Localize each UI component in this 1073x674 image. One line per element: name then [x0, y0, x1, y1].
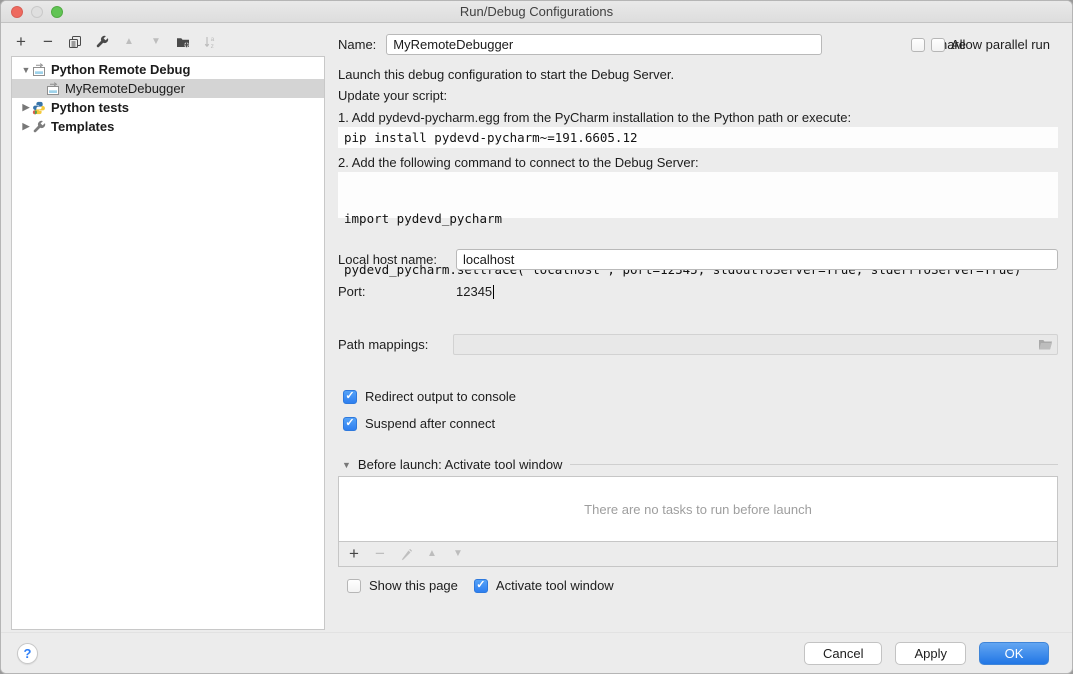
tree-item-python-tests[interactable]: ▶ Python tests — [12, 98, 324, 117]
move-task-up-icon[interactable]: ▲ — [425, 547, 439, 561]
allow-parallel-run-label: Allow parallel run — [951, 37, 1050, 52]
title-bar: Run/Debug Configurations — [1, 1, 1072, 23]
section-divider — [570, 464, 1058, 465]
tree-item-myremotedebugger[interactable]: MyRemoteDebugger — [12, 79, 324, 98]
name-row: Name: Share Allow parallel run — [338, 34, 1058, 55]
dialog-footer: ? Cancel Apply OK — [1, 632, 1073, 674]
show-this-page-checkbox[interactable] — [347, 579, 361, 593]
help-button[interactable]: ? — [17, 643, 38, 664]
show-this-page-label: Show this page — [369, 578, 458, 593]
python-tests-icon — [32, 101, 46, 115]
tree-item-python-remote-debug[interactable]: ▼ Python Remote Debug — [12, 60, 324, 79]
local-host-row: Local host name: — [338, 252, 1058, 267]
traffic-lights — [11, 6, 63, 18]
path-mappings-row: Path mappings: — [338, 337, 1058, 352]
local-host-label: Local host name: — [338, 252, 437, 267]
before-launch-title: Before launch: Activate tool window — [358, 457, 563, 472]
sort-configurations-icon[interactable]: az — [203, 35, 217, 49]
activate-tool-window-label: Activate tool window — [496, 578, 614, 593]
remote-debug-icon — [46, 82, 60, 96]
task-toolbar: + − ▲ ▼ — [338, 542, 1058, 567]
tree-item-label: Python tests — [51, 100, 129, 115]
instruction-step-2: 2. Add the following command to connect … — [338, 155, 699, 170]
zoom-button[interactable] — [51, 6, 63, 18]
configurations-sidebar: + − ▲ ▼ az ▼ — [1, 23, 338, 674]
suspend-after-connect-checkbox[interactable] — [343, 417, 357, 431]
move-down-icon[interactable]: ▼ — [149, 35, 163, 49]
port-input[interactable]: 12345 — [456, 284, 1058, 299]
redirect-output-checkbox[interactable] — [343, 390, 357, 404]
edit-templates-wrench-icon[interactable] — [95, 35, 109, 49]
tree-item-label: Python Remote Debug — [51, 62, 190, 77]
tree-item-templates[interactable]: ▶ Templates — [12, 117, 324, 136]
remove-configuration-icon[interactable]: − — [41, 35, 55, 49]
path-mappings-field[interactable] — [453, 334, 1058, 355]
share-checkbox[interactable] — [911, 38, 925, 52]
settrace-code: import pydevd_pycharm pydevd_pycharm.set… — [338, 172, 1058, 218]
new-folder-icon[interactable] — [176, 35, 190, 49]
configurations-tree: ▼ Python Remote Debug MyRemoteDebugger ▶ — [11, 56, 325, 630]
allow-parallel-run-checkbox[interactable] — [931, 38, 945, 52]
name-input[interactable] — [386, 34, 822, 55]
chevron-collapsed-icon[interactable]: ▶ — [20, 102, 32, 113]
path-mappings-label: Path mappings: — [338, 337, 428, 352]
copy-configuration-icon[interactable] — [68, 35, 82, 49]
port-label: Port: — [338, 284, 365, 299]
configuration-form: Name: Share Allow parallel run Launch th… — [338, 23, 1058, 674]
ok-button[interactable]: OK — [979, 642, 1049, 665]
settrace-code-line-1: import pydevd_pycharm — [344, 210, 1052, 227]
task-list: There are no tasks to run before launch — [338, 476, 1058, 542]
footer-options-row: Show this page Activate tool window — [338, 578, 1058, 593]
add-configuration-icon[interactable]: + — [14, 35, 28, 49]
instruction-line-2: Update your script: — [338, 88, 447, 103]
instruction-line-1: Launch this debug configuration to start… — [338, 67, 674, 82]
run-debug-configurations-dialog: Run/Debug Configurations + − ▲ ▼ az — [0, 0, 1073, 674]
before-launch-header[interactable]: ▼ Before launch: Activate tool window — [338, 457, 1058, 472]
empty-tasks-message: There are no tasks to run before launch — [584, 502, 812, 517]
redirect-output-row[interactable]: Redirect output to console — [338, 389, 1058, 404]
chevron-expanded-icon[interactable]: ▼ — [20, 65, 32, 75]
text-cursor — [493, 285, 494, 299]
before-launch-tasks: There are no tasks to run before launch … — [338, 476, 1058, 567]
action-buttons: Cancel Apply OK — [804, 642, 1049, 665]
pip-install-code: pip install pydevd-pycharm~=191.6605.12 — [338, 127, 1058, 148]
remote-debug-icon — [32, 63, 46, 77]
suspend-after-connect-label: Suspend after connect — [365, 416, 495, 431]
templates-wrench-icon — [32, 120, 46, 134]
chevron-collapsed-icon[interactable]: ▶ — [20, 121, 32, 132]
svg-text:z: z — [211, 43, 214, 49]
close-button[interactable] — [11, 6, 23, 18]
redirect-output-label: Redirect output to console — [365, 389, 516, 404]
move-task-down-icon[interactable]: ▼ — [451, 547, 465, 561]
instruction-step-1: 1. Add pydevd-pycharm.egg from the PyCha… — [338, 110, 851, 125]
tree-item-label: MyRemoteDebugger — [65, 81, 185, 96]
help-question-icon: ? — [24, 646, 32, 661]
suspend-after-connect-row[interactable]: Suspend after connect — [338, 416, 1058, 431]
port-row: Port: 12345 — [338, 284, 1058, 299]
move-up-icon[interactable]: ▲ — [122, 35, 136, 49]
collapse-section-icon[interactable]: ▼ — [342, 460, 351, 470]
activate-tool-window-checkbox[interactable] — [474, 579, 488, 593]
edit-task-pencil-icon[interactable] — [399, 547, 413, 561]
cancel-button[interactable]: Cancel — [804, 642, 882, 665]
remove-task-icon[interactable]: − — [373, 547, 387, 561]
apply-button[interactable]: Apply — [895, 642, 966, 665]
name-label: Name: — [338, 37, 376, 52]
tree-item-label: Templates — [51, 119, 114, 134]
sidebar-toolbar: + − ▲ ▼ az — [14, 35, 217, 49]
add-task-icon[interactable]: + — [347, 547, 361, 561]
dialog-content: + − ▲ ▼ az ▼ — [1, 23, 1073, 674]
browse-folder-icon[interactable] — [1038, 338, 1053, 351]
window-title: Run/Debug Configurations — [460, 4, 613, 19]
local-host-input[interactable] — [456, 249, 1058, 270]
minimize-button[interactable] — [31, 6, 43, 18]
